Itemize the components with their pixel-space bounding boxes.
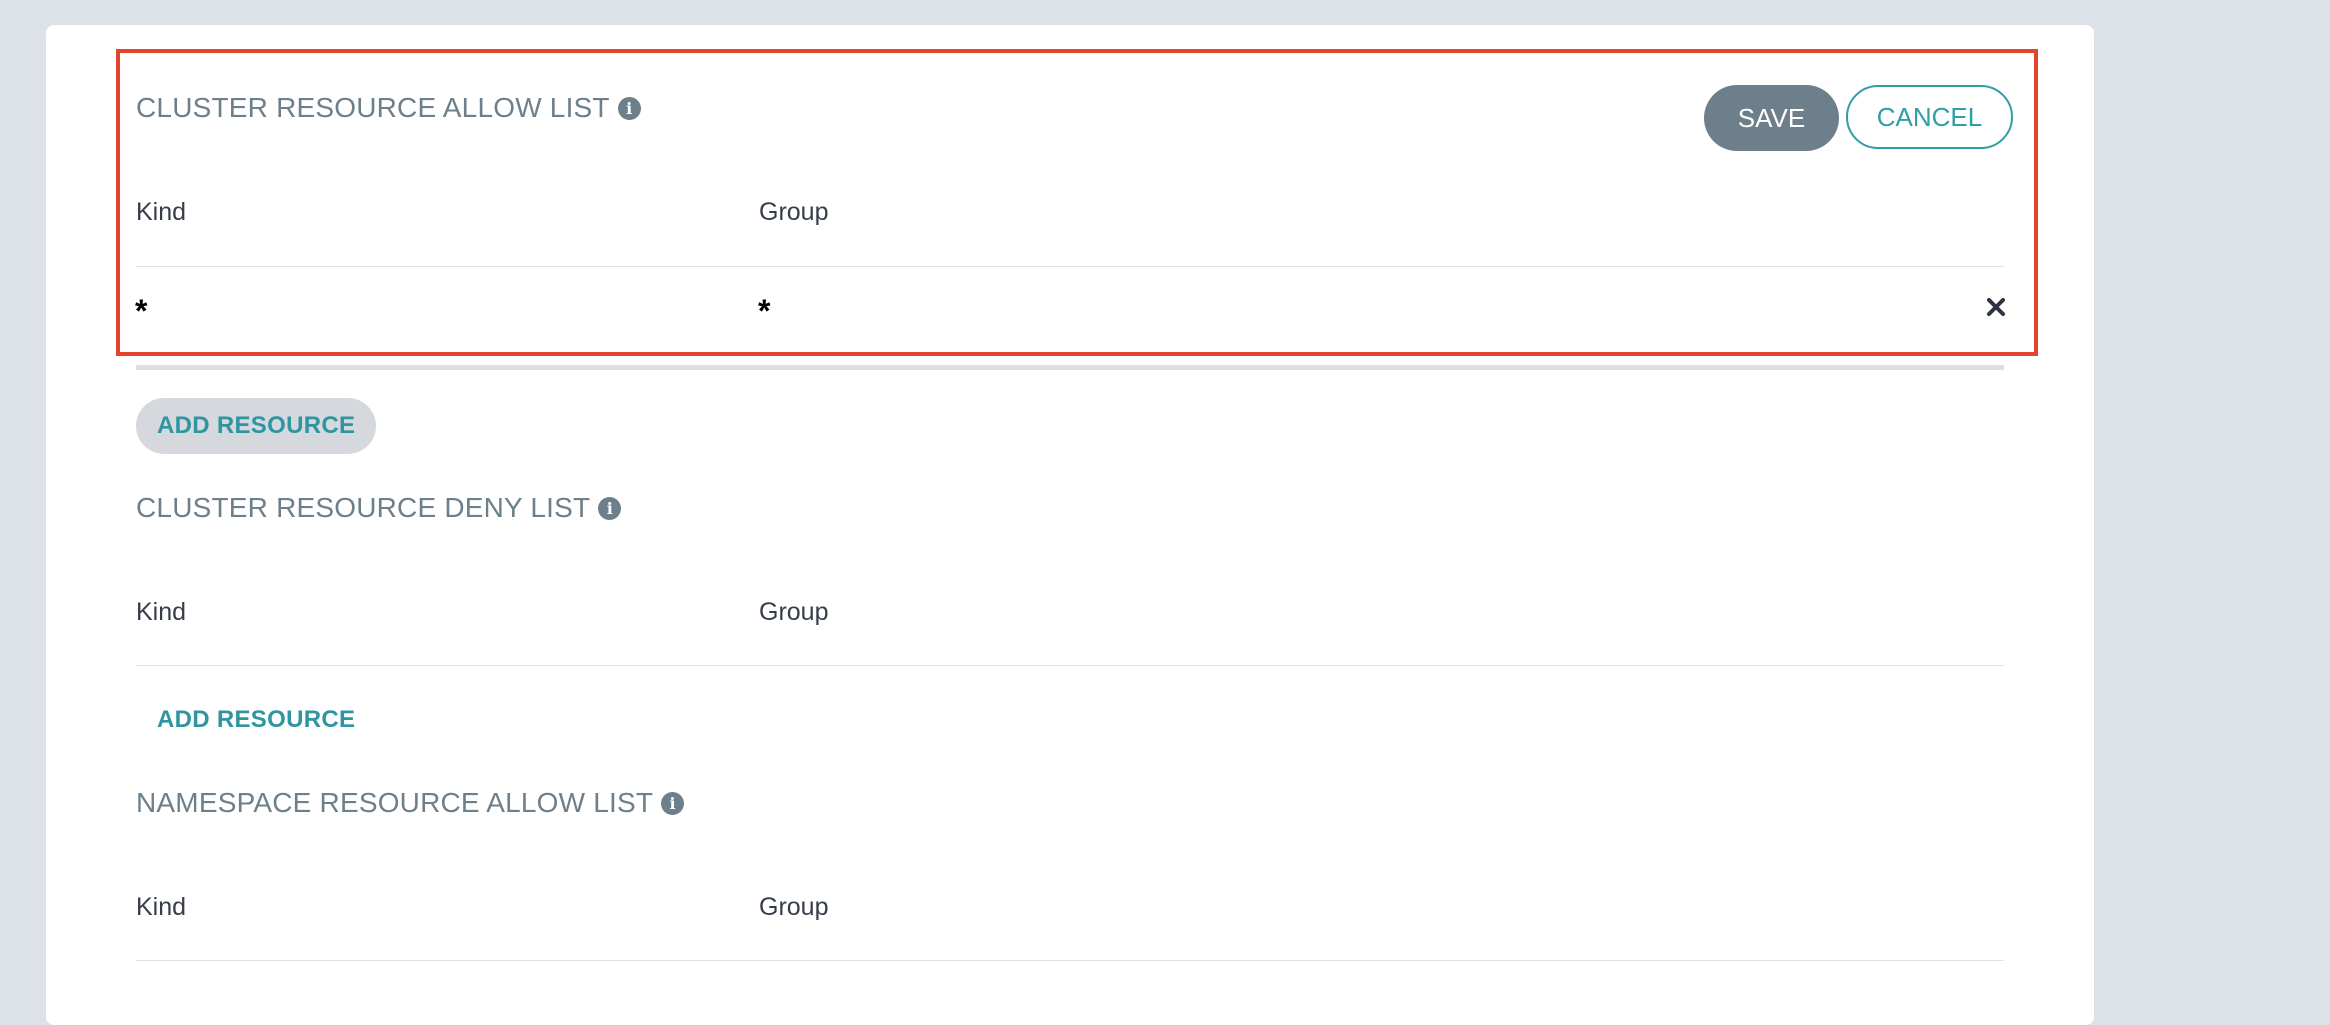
deny-add-resource-button[interactable]: ADD RESOURCE (136, 692, 376, 748)
allow-add-resource-button[interactable]: ADD RESOURCE (136, 398, 377, 454)
highlight-box (116, 49, 2038, 356)
namespace-allow-list-title: NAMESPACE RESOURCE ALLOW LIST i (136, 783, 685, 823)
deny-header-divider (136, 665, 2004, 666)
allow-list-bottom-divider (136, 365, 2004, 370)
namespace-group-header: Group (759, 893, 829, 921)
info-icon[interactable]: i (598, 496, 622, 520)
deny-group-header: Group (759, 598, 829, 626)
cluster-deny-list-title-text: CLUSTER RESOURCE DENY LIST (136, 492, 591, 523)
namespace-header-divider (136, 960, 2004, 961)
namespace-kind-header: Kind (136, 893, 187, 921)
cluster-deny-list-title: CLUSTER RESOURCE DENY LIST i (136, 488, 622, 528)
deny-kind-header: Kind (136, 598, 187, 626)
namespace-allow-list-title-text: NAMESPACE RESOURCE ALLOW LIST (136, 787, 654, 818)
info-icon[interactable]: i (661, 791, 685, 815)
